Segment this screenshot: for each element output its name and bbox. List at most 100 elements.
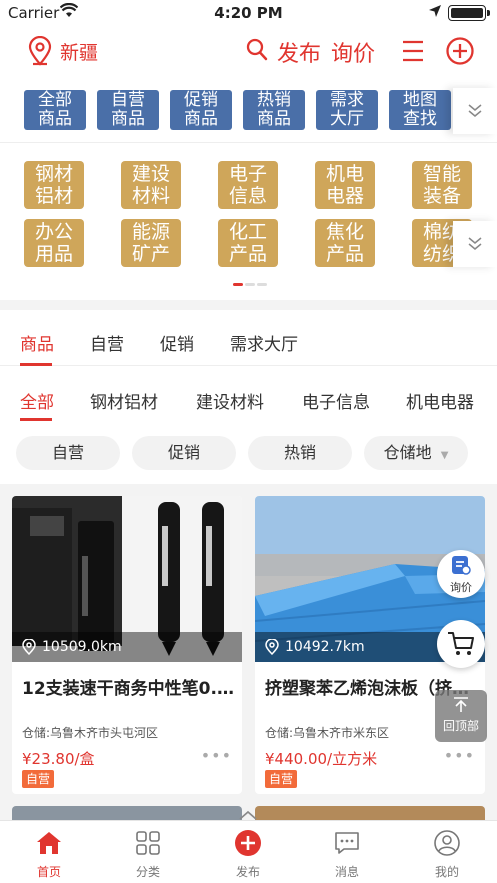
tile-line: 商品 bbox=[184, 109, 218, 129]
more-options-icon[interactable]: ••• bbox=[444, 746, 475, 765]
distance-label: 10509.0km bbox=[42, 639, 122, 655]
tile-line: 全部 bbox=[38, 90, 72, 110]
product-image-pens: 10509.0km bbox=[12, 496, 242, 662]
tile-line: 材料 bbox=[131, 185, 170, 207]
subtab-electromechanical[interactable]: 机电电器 bbox=[406, 388, 474, 413]
industry-office-supplies[interactable]: 办公 用品 bbox=[24, 219, 84, 267]
clock: 4:20 PM bbox=[214, 4, 283, 22]
tabbar-home[interactable]: 首页 bbox=[19, 829, 79, 880]
tile-line: 查找 bbox=[403, 109, 437, 129]
tabbar-publish[interactable]: 发布 bbox=[218, 829, 278, 880]
industry-steel-aluminum[interactable]: 钢材 铝材 bbox=[24, 161, 84, 209]
location-pin-icon bbox=[265, 639, 279, 655]
product-title: 12支装速干商务中性笔0.5mm黑色 bbox=[22, 679, 234, 699]
subtab-electronics[interactable]: 电子信息 bbox=[302, 388, 370, 413]
floating-inquiry-button[interactable]: 询价 bbox=[437, 550, 485, 598]
distance-overlay: 10509.0km bbox=[12, 632, 242, 662]
arrow-up-icon bbox=[454, 697, 468, 712]
industry-chemical-products[interactable]: 化工 产品 bbox=[218, 219, 278, 267]
quick-hot-sale[interactable]: 热销 商品 bbox=[243, 90, 305, 130]
quick-promotion[interactable]: 促销 商品 bbox=[170, 90, 232, 130]
quick-all-products[interactable]: 全部 商品 bbox=[24, 90, 86, 130]
menu-icon[interactable] bbox=[402, 40, 424, 62]
page-dot bbox=[245, 283, 255, 286]
tab-products[interactable]: 商品 bbox=[20, 330, 54, 355]
tile-line: 化工 bbox=[228, 221, 267, 243]
filter-self-operated[interactable]: 自营 bbox=[16, 436, 120, 470]
bottom-tab-bar: 首页 分类 发布 消息 我的 bbox=[0, 820, 497, 883]
subtab-steel-aluminum[interactable]: 钢材铝材 bbox=[90, 388, 158, 413]
tile-line: 能源 bbox=[131, 221, 170, 243]
location-pin-icon bbox=[28, 36, 52, 66]
page-indicator bbox=[233, 283, 269, 286]
industry-electronics[interactable]: 电子 信息 bbox=[218, 161, 278, 209]
top-nav: 新疆 发布 询价 bbox=[0, 28, 497, 76]
quick-demand-hall[interactable]: 需求 大厅 bbox=[316, 90, 378, 130]
expand-quick-row-button[interactable] bbox=[453, 88, 497, 134]
subtab-all[interactable]: 全部 bbox=[20, 388, 54, 413]
more-options-icon[interactable]: ••• bbox=[201, 746, 232, 765]
tab-self-operated[interactable]: 自营 bbox=[90, 330, 124, 355]
tile-line: 商品 bbox=[257, 109, 291, 129]
tabbar-categories[interactable]: 分类 bbox=[118, 829, 178, 880]
filter-promotion[interactable]: 促销 bbox=[132, 436, 236, 470]
industry-construction-materials[interactable]: 建设 材料 bbox=[121, 161, 181, 209]
battery-icon bbox=[448, 5, 490, 21]
tile-line: 地图 bbox=[403, 90, 437, 110]
industry-coking-products[interactable]: 焦化 产品 bbox=[315, 219, 375, 267]
cart-icon bbox=[448, 632, 474, 655]
self-operated-badge: 自营 bbox=[22, 770, 55, 788]
tabbar-messages[interactable]: 消息 bbox=[317, 829, 377, 880]
divider bbox=[0, 142, 497, 143]
page-dot bbox=[257, 283, 267, 286]
tab-demand-hall[interactable]: 需求大厅 bbox=[230, 330, 298, 355]
tab-promotion[interactable]: 促销 bbox=[160, 330, 194, 355]
category-tabs: 全部 钢材铝材 建设材料 电子信息 机电电器 bbox=[0, 366, 497, 422]
industry-energy-minerals[interactable]: 能源 矿产 bbox=[121, 219, 181, 267]
location-arrow-icon bbox=[429, 5, 441, 17]
subtab-construction-materials[interactable]: 建设材料 bbox=[196, 388, 264, 413]
product-card[interactable]: 10509.0km 12支装速干商务中性笔0.5mm黑色 仓储:乌鲁木齐市头屯河… bbox=[12, 496, 242, 794]
tile-line: 矿产 bbox=[131, 243, 170, 265]
search-icon[interactable] bbox=[246, 38, 268, 62]
tile-line: 需求 bbox=[330, 90, 364, 110]
industry-electromechanical[interactable]: 机电 电器 bbox=[315, 161, 375, 209]
filter-warehouse-location[interactable]: 仓储地 ▼ bbox=[364, 436, 468, 470]
region-selector[interactable]: 新疆 bbox=[28, 36, 98, 66]
grid-icon bbox=[136, 831, 160, 855]
industry-smart-equipment[interactable]: 智能 装备 bbox=[412, 161, 472, 209]
tile-line: 智能 bbox=[422, 163, 461, 185]
tile-line: 产品 bbox=[228, 243, 267, 265]
tile-line: 铝材 bbox=[34, 185, 73, 207]
app-screen: Carrier 4:20 PM 新疆 发布 询价 全部 商品 自营 商品 促销 … bbox=[0, 0, 497, 883]
add-circle-icon[interactable] bbox=[446, 37, 474, 65]
tile-line: 钢材 bbox=[34, 163, 73, 185]
back-to-top-button[interactable]: 回顶部 bbox=[435, 690, 487, 742]
chevron-double-down-icon bbox=[468, 104, 482, 117]
tabbar-profile[interactable]: 我的 bbox=[417, 829, 477, 880]
floating-cart-button[interactable] bbox=[437, 620, 485, 668]
region-label: 新疆 bbox=[60, 41, 99, 64]
subtab-active-indicator bbox=[20, 418, 52, 421]
filter-hot-sale[interactable]: 热销 bbox=[248, 436, 352, 470]
product-price: ¥23.80/盒 bbox=[22, 750, 95, 768]
quick-map-search[interactable]: 地图 查找 bbox=[389, 90, 451, 130]
tile-line: 产品 bbox=[325, 243, 364, 265]
tabbar-categories-label: 分类 bbox=[135, 865, 160, 879]
inquiry-link[interactable]: 询价 bbox=[331, 36, 375, 68]
filter-bar: 自营 促销 热销 仓储地 ▼ bbox=[0, 422, 497, 484]
tile-line: 促销 bbox=[184, 90, 218, 110]
tile-line: 机电 bbox=[325, 163, 364, 185]
status-bar: Carrier 4:20 PM bbox=[0, 0, 497, 28]
expand-industry-button[interactable] bbox=[453, 221, 497, 267]
publish-link[interactable]: 发布 bbox=[277, 36, 321, 68]
filter-warehouse-label: 仓储地 bbox=[383, 443, 432, 462]
tile-line: 商品 bbox=[38, 109, 72, 129]
quick-self-operated[interactable]: 自营 商品 bbox=[97, 90, 159, 130]
inquiry-doc-icon bbox=[452, 556, 471, 575]
self-operated-badge: 自营 bbox=[265, 770, 298, 788]
location-pin-icon bbox=[22, 639, 36, 655]
tile-line: 用品 bbox=[34, 243, 73, 265]
main-tabs: 商品 自营 促销 需求大厅 bbox=[0, 310, 497, 366]
product-price: ¥440.00/立方米 bbox=[265, 750, 378, 768]
